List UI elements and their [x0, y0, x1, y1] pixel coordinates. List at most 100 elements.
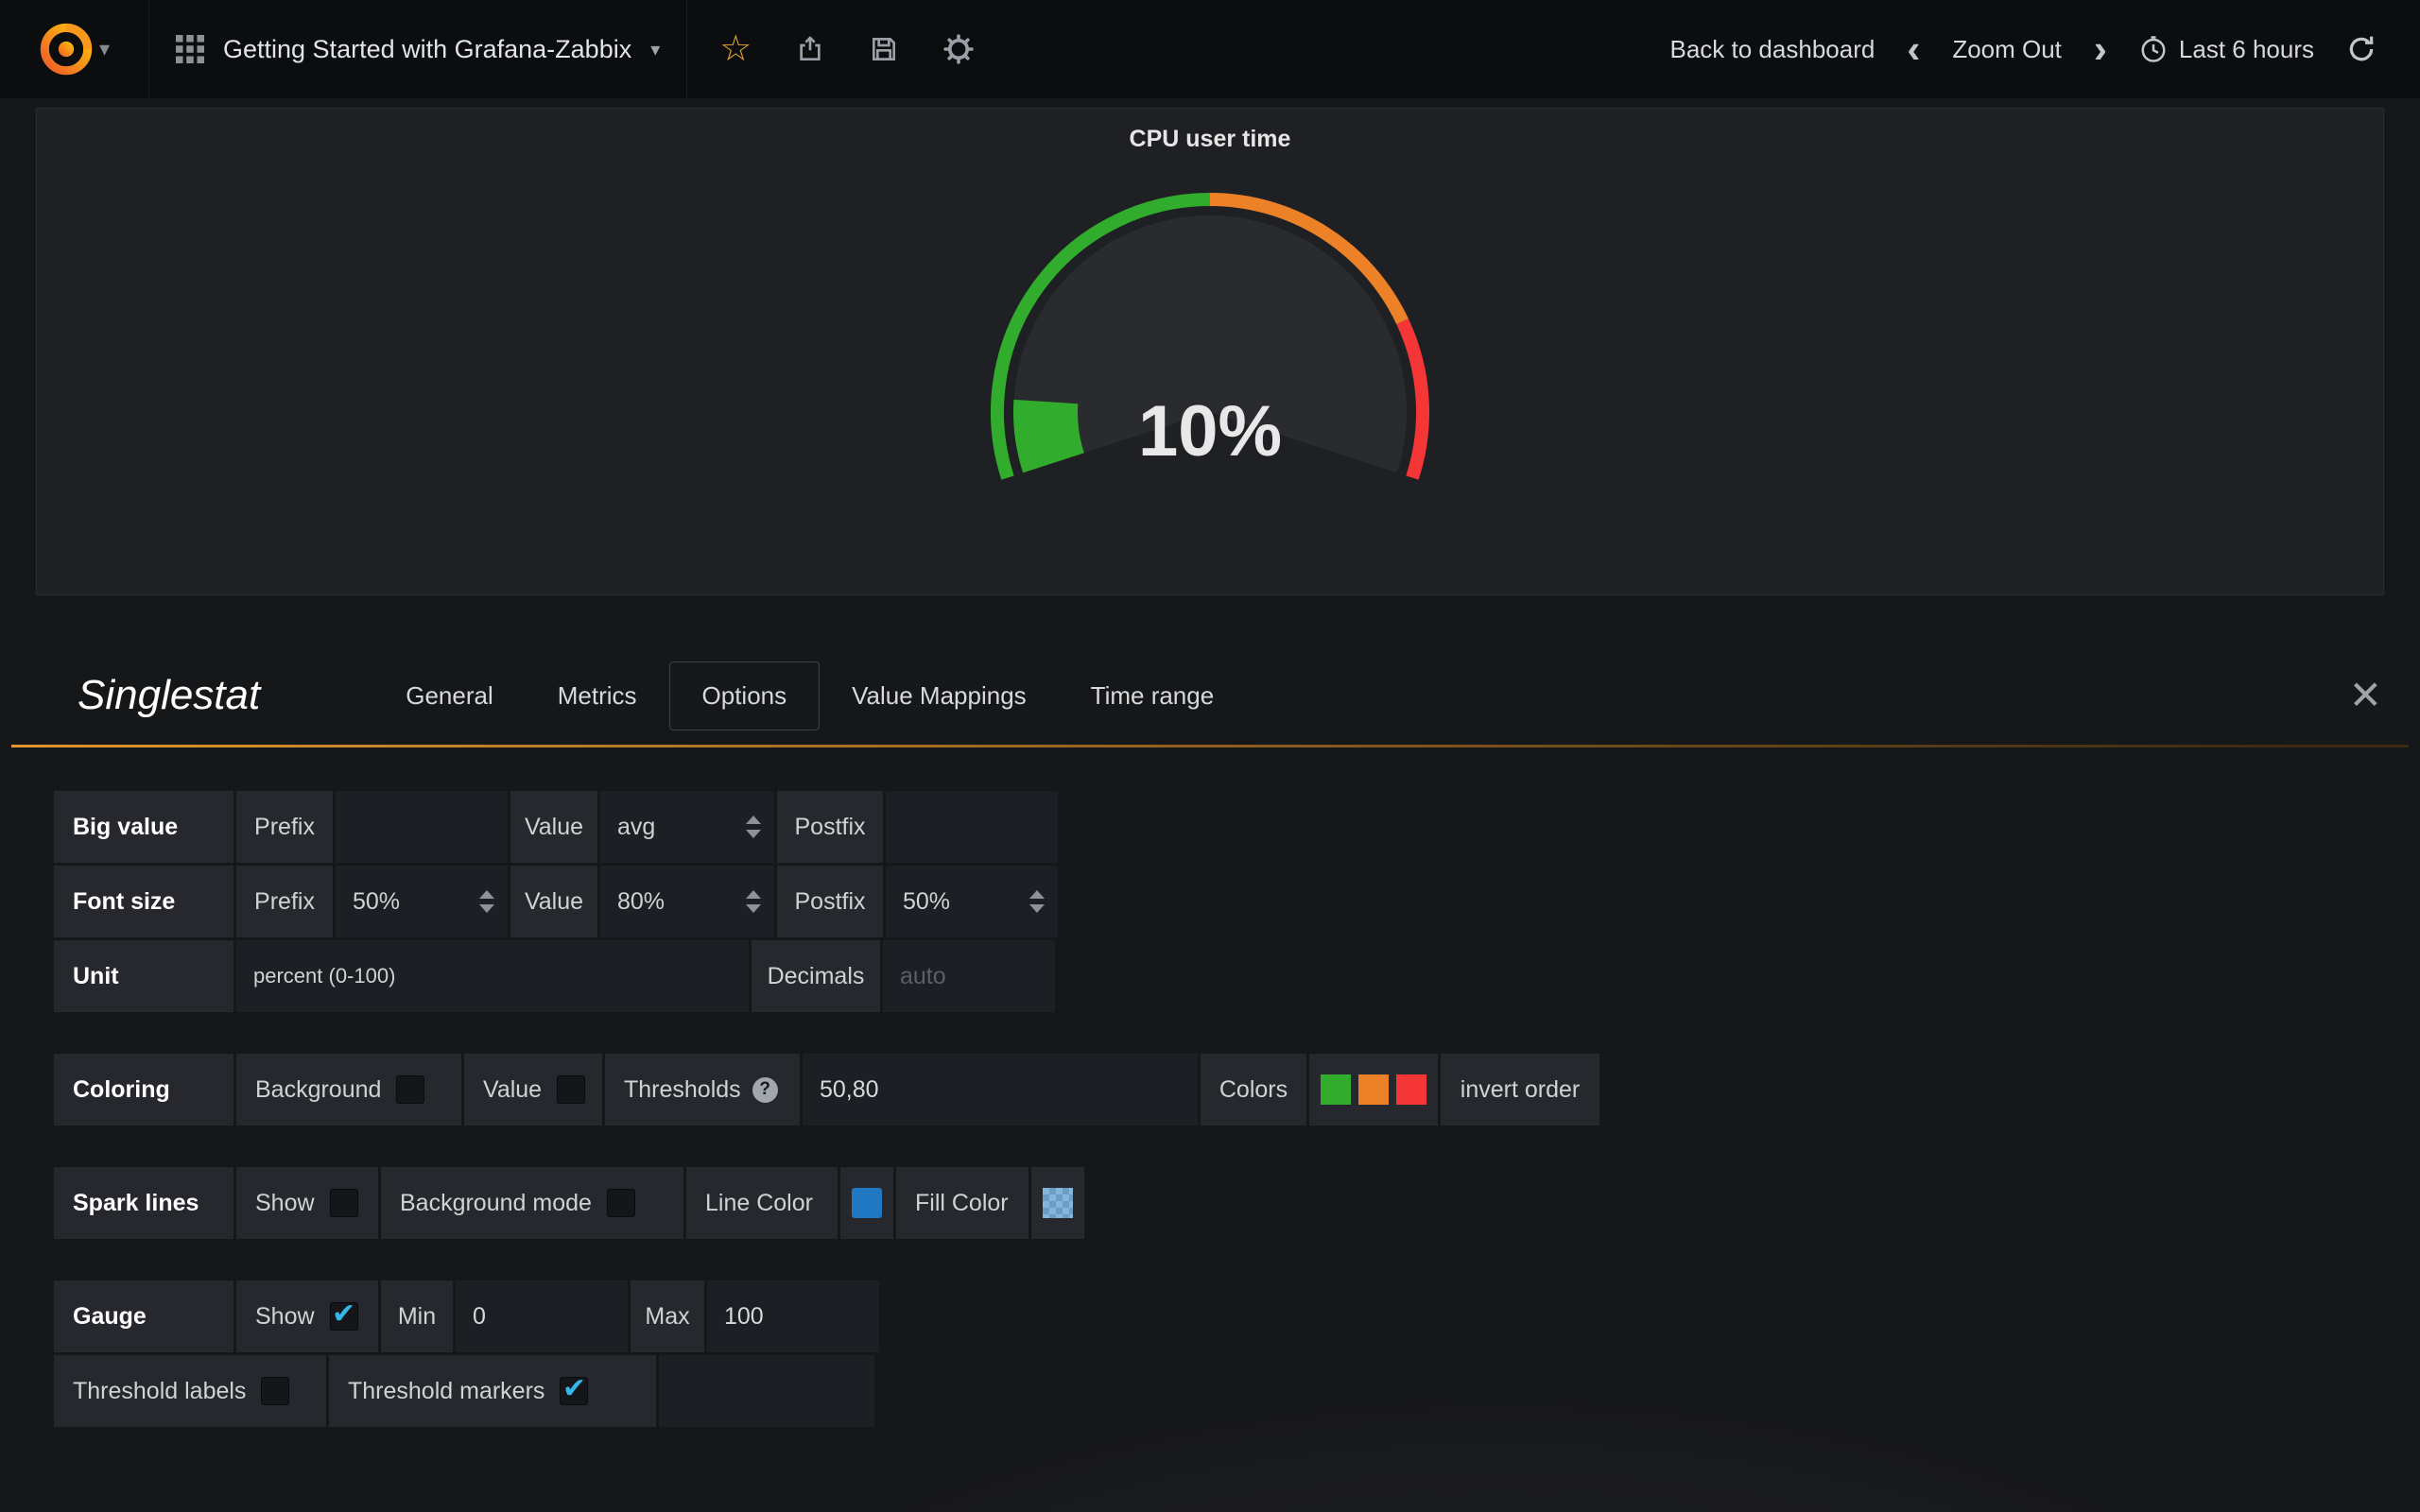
font-size-row: Font size Prefix 50% Value 80% Postfix 5…	[54, 866, 1058, 937]
show-label: Show	[255, 1303, 315, 1331]
orange-swatch[interactable]	[1358, 1074, 1389, 1105]
value-label: Value	[510, 791, 597, 863]
prefix-input-cell	[336, 791, 508, 863]
panel-title[interactable]: CPU user time	[37, 109, 2383, 153]
fill-color-swatch-cell	[1031, 1167, 1084, 1239]
top-navbar: ▾ Getting Started with Grafana-Zabbix ▾ …	[0, 0, 2420, 98]
unit-picker[interactable]: percent (0-100)	[253, 964, 395, 988]
coloring-block: Coloring Background Value Thresholds ?	[54, 1054, 2420, 1125]
zoom-out-button[interactable]: Zoom Out	[1952, 35, 2062, 64]
help-icon[interactable]: ?	[752, 1077, 778, 1103]
decimals-input[interactable]	[883, 940, 1055, 1012]
grafana-menu-button[interactable]: ▾	[0, 0, 149, 98]
panel-type-title: Singlestat	[78, 672, 260, 719]
prefix-font-size-selected: 50%	[353, 888, 400, 916]
unit-label: Unit	[54, 940, 233, 1012]
prefix-label: Prefix	[236, 866, 333, 937]
save-icon[interactable]	[869, 34, 899, 64]
value-font-size-select[interactable]: 80%	[600, 866, 774, 937]
star-icon[interactable]: ☆	[719, 31, 752, 67]
thresholds-input[interactable]	[803, 1054, 1198, 1125]
editor-tabs: General Metrics Options Value Mappings T…	[373, 662, 1246, 730]
time-range-picker[interactable]: Last 6 hours	[2139, 35, 2314, 64]
invert-order-button[interactable]: invert order	[1441, 1054, 1599, 1125]
unit-row: Unit percent (0-100) Decimals	[54, 940, 1058, 1012]
line-color-swatch[interactable]	[852, 1188, 882, 1218]
gauge-block: Gauge Show Min Max Thr	[54, 1280, 2420, 1427]
background-checkbox[interactable]	[396, 1075, 424, 1104]
postfix-input-cell	[886, 791, 1058, 863]
big-value-postfix-input[interactable]	[886, 791, 1058, 863]
postfix-font-size-selected: 50%	[903, 888, 950, 916]
stepper-arrows-icon	[746, 890, 761, 913]
max-input-cell	[707, 1280, 879, 1352]
gauge-chart: 10%	[37, 159, 2383, 537]
spark-show-checkbox[interactable]	[330, 1189, 358, 1217]
gauge-show-checkbox[interactable]	[330, 1302, 358, 1331]
value-stat-select[interactable]: avg	[600, 791, 774, 863]
dashboard-title: Getting Started with Grafana-Zabbix	[223, 35, 631, 64]
close-icon[interactable]: ✕	[2349, 676, 2382, 715]
red-swatch[interactable]	[1396, 1074, 1426, 1105]
dashboard-toolbar: ☆	[719, 31, 975, 67]
thresholds-input-cell	[803, 1054, 1198, 1125]
grafana-logo-icon	[39, 22, 94, 77]
chevron-right-icon[interactable]: ›	[2094, 33, 2107, 65]
chevron-left-icon[interactable]: ‹	[1907, 33, 1920, 65]
threshold-labels-checkbox[interactable]	[261, 1377, 289, 1405]
gauge-max-input[interactable]	[707, 1280, 879, 1352]
postfix-font-size-select[interactable]: 50%	[886, 866, 1058, 937]
threshold-color-swatches	[1321, 1074, 1426, 1105]
colors-label: Colors	[1201, 1054, 1306, 1125]
line-color-swatch-cell	[840, 1167, 893, 1239]
options-form: Big value Prefix Value avg Postfix	[0, 747, 2420, 1427]
big-value-prefix-input[interactable]	[336, 791, 508, 863]
tab-time-range[interactable]: Time range	[1059, 662, 1247, 730]
tab-metrics[interactable]: Metrics	[526, 662, 669, 730]
prefix-label: Prefix	[236, 791, 333, 863]
postfix-label: Postfix	[777, 866, 883, 937]
share-icon[interactable]	[795, 34, 825, 64]
gauge-svg: 10%	[945, 159, 1475, 537]
spark-lines-row: Spark lines Show Background mode Line Co…	[54, 1167, 2420, 1239]
gauge-min-input[interactable]	[456, 1280, 628, 1352]
value-stat-selected: avg	[617, 814, 655, 841]
empty-cell	[659, 1355, 874, 1427]
gear-icon[interactable]	[942, 33, 975, 65]
gauge-label: Gauge	[54, 1280, 233, 1352]
gauge-row: Gauge Show Min Max	[54, 1280, 2420, 1352]
color-swatches-cell	[1309, 1054, 1438, 1125]
big-value-row: Big value Prefix Value avg Postfix	[54, 791, 1058, 863]
grafana-app: ▾ Getting Started with Grafana-Zabbix ▾ …	[0, 0, 2420, 1512]
back-to-dashboard-button[interactable]: Back to dashboard	[1670, 35, 1876, 64]
gauge-value-band	[1013, 400, 1084, 472]
threshold-labels-label: Threshold labels	[73, 1378, 246, 1405]
threshold-options-row: Threshold labels Threshold markers	[54, 1355, 2420, 1427]
prefix-font-size-select[interactable]: 50%	[336, 866, 508, 937]
spark-show-cell: Show	[236, 1167, 378, 1239]
spark-lines-label: Spark lines	[54, 1167, 233, 1239]
background-mode-cell: Background mode	[381, 1167, 683, 1239]
coloring-row: Coloring Background Value Thresholds ?	[54, 1054, 2420, 1125]
tab-options[interactable]: Options	[669, 662, 821, 730]
font-size-label: Font size	[54, 866, 233, 937]
decimals-input-cell	[883, 940, 1055, 1012]
max-label: Max	[631, 1280, 704, 1352]
value-checkbox[interactable]	[557, 1075, 585, 1104]
coloring-value-cell: Value	[464, 1054, 602, 1125]
tab-general[interactable]: General	[373, 662, 526, 730]
tab-value-mappings[interactable]: Value Mappings	[820, 662, 1059, 730]
value-label: Value	[483, 1076, 542, 1104]
postfix-label: Postfix	[777, 791, 883, 863]
refresh-icon[interactable]	[2346, 34, 2377, 64]
coloring-background-cell: Background	[236, 1054, 461, 1125]
min-input-cell	[456, 1280, 628, 1352]
dashboard-title-dropdown[interactable]: Getting Started with Grafana-Zabbix ▾	[149, 0, 687, 98]
fill-color-swatch[interactable]	[1043, 1188, 1073, 1218]
stepper-arrows-icon	[1029, 890, 1045, 913]
threshold-markers-checkbox[interactable]	[560, 1377, 588, 1405]
background-mode-checkbox[interactable]	[607, 1189, 635, 1217]
value-options-block: Big value Prefix Value avg Postfix	[54, 791, 1058, 1012]
thresholds-label: Thresholds	[624, 1076, 741, 1104]
green-swatch[interactable]	[1321, 1074, 1351, 1105]
